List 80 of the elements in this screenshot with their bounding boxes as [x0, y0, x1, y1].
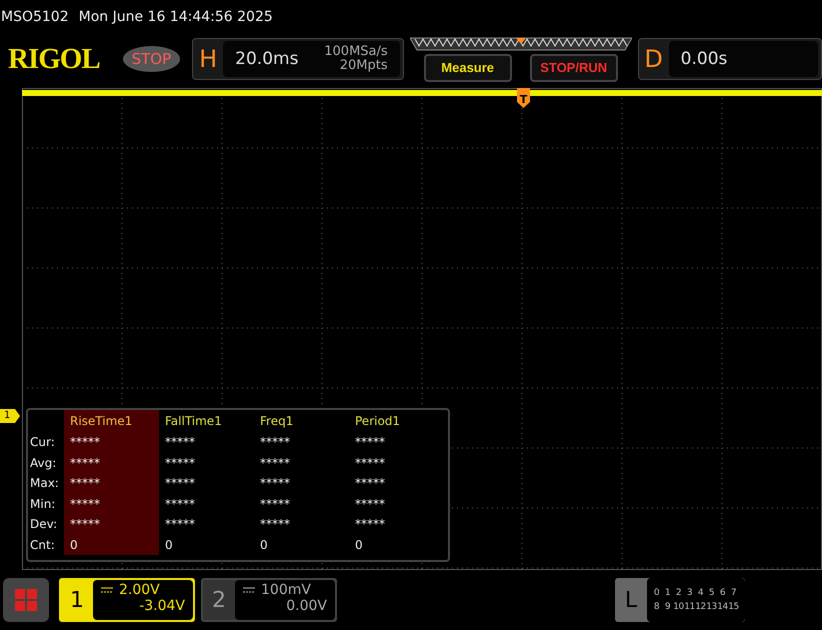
- digital-channel-number: 0: [652, 588, 660, 598]
- digital-channel-number: 13: [706, 602, 717, 612]
- column-header[interactable]: Freq1: [254, 410, 349, 432]
- channel-scale: 2.00V: [119, 582, 160, 598]
- horizontal-label: H: [198, 45, 218, 73]
- stop-run-button[interactable]: STOP/RUN: [530, 54, 618, 82]
- table-cell: *****: [64, 494, 159, 514]
- table-cell-text: *****: [164, 516, 196, 534]
- row-label: Dev:: [29, 516, 58, 534]
- delay-label: D: [643, 45, 664, 73]
- table-cell-text: *****: [354, 516, 386, 534]
- run-status: STOP: [122, 46, 180, 72]
- table-cell: *****: [64, 452, 159, 473]
- row-label: Min:: [29, 496, 56, 513]
- channel-number: 2: [211, 586, 227, 614]
- digital-channel-number: 14: [717, 602, 728, 612]
- digital-channel-number: 5: [708, 588, 716, 598]
- table-cell-text: *****: [164, 496, 196, 513]
- column-header[interactable]: RiseTime1: [64, 410, 159, 432]
- table-cell-text: *****: [259, 434, 291, 452]
- channel-marker[interactable]: 1: [0, 409, 20, 423]
- table-cell: *****: [64, 514, 159, 534]
- logic-panel[interactable]: L 0 1 2 3 4 5 6 7 8 9 101112131415: [615, 578, 745, 622]
- column-header[interactable]: Period1: [349, 410, 444, 432]
- logic-label: L: [624, 586, 638, 614]
- table-cell-text: *****: [259, 454, 291, 472]
- dc-coupling-icon: [101, 587, 113, 593]
- table-cell: 0: [64, 534, 159, 555]
- channel-number: 1: [69, 586, 85, 614]
- table-cell-text: *****: [164, 434, 196, 452]
- menu-button[interactable]: [3, 578, 49, 622]
- digital-channel-number: 10: [673, 602, 684, 612]
- row-label: Max:: [29, 475, 60, 492]
- date-time: Mon June 16 14:44:56 2025: [78, 9, 273, 25]
- digital-channel-number: 8: [652, 602, 660, 612]
- table-cell-text: *****: [354, 475, 386, 492]
- channel-panel[interactable]: 1 2.00V -3.04V: [59, 578, 195, 622]
- sample-rate: 100MSa/s: [324, 45, 388, 59]
- trigger-marker[interactable]: T: [517, 88, 530, 108]
- digital-channel-number: 1: [664, 588, 672, 598]
- measure-button[interactable]: Measure: [424, 54, 512, 82]
- timebase-value: 20.0ms: [235, 49, 298, 69]
- table-cell: *****: [64, 432, 159, 452]
- table-cell-text: *****: [164, 454, 196, 472]
- memory-depth: 20Mpts: [340, 59, 388, 73]
- digital-channel-number: 9: [664, 602, 672, 612]
- row-label: Cur:: [29, 434, 56, 452]
- model-name: MSO5102: [1, 9, 69, 25]
- row-label: Avg:: [29, 454, 58, 472]
- grid-icon: [15, 589, 37, 611]
- logo: RIGOL: [8, 42, 101, 76]
- table-cell: *****: [64, 473, 159, 494]
- delay-value: 0.00s: [680, 49, 728, 69]
- column-header[interactable]: FallTime1: [159, 410, 254, 432]
- table-cell-text: *****: [259, 516, 291, 534]
- channel-offset: -3.04V: [139, 598, 185, 614]
- channel-offset: 0.00V: [286, 598, 327, 614]
- table-cell-text: *****: [354, 496, 386, 513]
- table-cell-text: *****: [354, 454, 386, 472]
- channel-scale: 100mV: [261, 582, 311, 598]
- channel-panel[interactable]: 2 100mV 0.00V: [201, 578, 337, 622]
- digital-channel-number: 6: [718, 588, 726, 598]
- table-cell-text: *****: [259, 496, 291, 513]
- digital-channel-number: 2: [674, 588, 682, 598]
- delay-panel[interactable]: D 0.00s: [638, 38, 822, 80]
- table-cell-text: 0: [164, 536, 174, 554]
- table-cell-text: *****: [164, 475, 196, 492]
- dc-coupling-icon: [243, 587, 255, 593]
- digital-channel-number: 4: [696, 588, 704, 598]
- digital-channel-number: 11: [684, 602, 695, 612]
- table-cell-text: 0: [354, 536, 364, 554]
- table-cell-text: *****: [259, 475, 291, 492]
- row-label: Cnt:: [29, 536, 56, 554]
- digital-channel-number: 7: [730, 588, 738, 598]
- table-cell-text: *****: [354, 434, 386, 452]
- table-cell-text: 0: [259, 536, 269, 554]
- digital-channel-number: 15: [728, 602, 739, 612]
- digital-channel-number: 12: [695, 602, 706, 612]
- horizontal-panel[interactable]: H 20.0ms 100MSa/s 20Mpts: [192, 38, 404, 80]
- digital-channel-number: 3: [686, 588, 694, 598]
